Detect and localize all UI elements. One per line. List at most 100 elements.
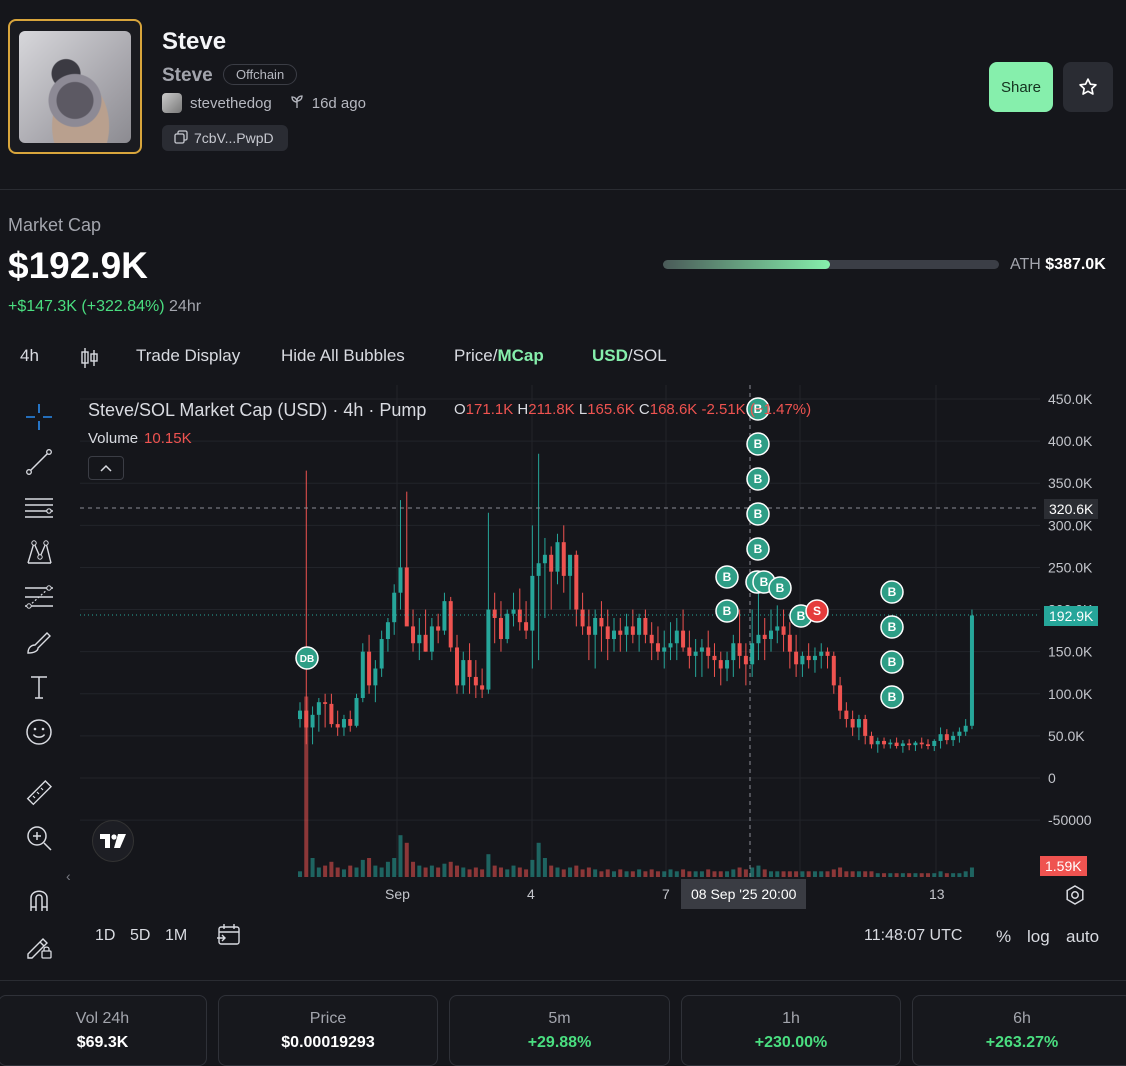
percent-scale-toggle[interactable]: % — [996, 927, 1011, 947]
log-scale-toggle[interactable]: log — [1027, 927, 1050, 947]
lock-drawing-tool[interactable] — [22, 928, 56, 962]
volume-bar — [750, 867, 755, 877]
volume-bar — [455, 865, 459, 877]
token-image-frame[interactable] — [8, 19, 142, 154]
buy-bubble-label: B — [888, 620, 897, 634]
y-tick-label: 150.0K — [1048, 644, 1093, 660]
candle-body — [668, 643, 673, 648]
candle-body — [392, 592, 397, 623]
volume-bar — [429, 865, 434, 877]
volume-bar — [373, 865, 378, 877]
ath-value: $387.0K — [1045, 256, 1106, 273]
utc-clock[interactable]: 11:48:07 UTC — [864, 927, 962, 945]
stats-divider — [0, 980, 1126, 981]
tradingview-icon — [100, 834, 126, 848]
candle-body — [926, 744, 930, 746]
price-chart[interactable]: 450.0K400.0K350.0K300.0K250.0K200.0K150.… — [0, 385, 1126, 915]
creator-avatar[interactable] — [162, 93, 182, 113]
chart-settings-button[interactable] — [1064, 884, 1086, 911]
candle-body — [819, 651, 824, 656]
copy-address-button[interactable]: 7cbV...PwpD — [162, 125, 288, 151]
volume-bar — [392, 858, 397, 877]
range-5d[interactable]: 5D — [130, 927, 150, 945]
stat-6h: 6h +263.27% — [912, 995, 1126, 1066]
copy-icon — [174, 129, 188, 147]
candle-body — [373, 668, 378, 686]
candle-body — [498, 617, 503, 640]
ath-progress-bar — [663, 260, 999, 269]
share-button[interactable]: Share — [989, 62, 1053, 112]
volume-bar — [517, 867, 522, 877]
market-cap-label: Market Cap — [8, 215, 102, 235]
volume-bar — [618, 869, 623, 877]
volume-bar — [316, 867, 321, 877]
volume-bar — [888, 873, 893, 877]
volume-bar — [756, 865, 761, 877]
candle-body — [586, 626, 591, 635]
y-tick-label: 300.0K — [1048, 517, 1093, 533]
candle-body — [542, 554, 547, 564]
candle-body — [524, 622, 529, 631]
buy-bubble-label: B — [888, 585, 897, 599]
sprout-icon — [290, 94, 304, 112]
candle-body — [882, 740, 887, 745]
favorite-button[interactable] — [1063, 62, 1113, 112]
x-tick-sep: Sep — [385, 886, 410, 902]
date-range-button[interactable] — [216, 922, 242, 953]
interval-selector[interactable]: 4h — [20, 346, 39, 366]
volume-bar — [681, 869, 686, 877]
candle-body — [398, 567, 403, 593]
chevron-up-icon — [100, 464, 112, 472]
ath-readout: ATH $387.0K — [1010, 256, 1106, 274]
crosshair-price-tag: 320.6K — [1044, 499, 1099, 519]
collapse-legend-button[interactable] — [88, 456, 124, 480]
token-page: Steve Steve Offchain stevethedog 16d ago… — [0, 0, 1126, 1066]
volume-bar — [800, 871, 805, 877]
y-tick-label: 0 — [1048, 770, 1056, 786]
volume-bar — [838, 867, 843, 877]
candle-body — [335, 724, 340, 728]
candle-body — [536, 563, 541, 576]
auto-scale-toggle[interactable]: auto — [1066, 927, 1099, 947]
candle-body — [725, 660, 730, 669]
volume-bar — [919, 873, 924, 877]
sol-option: SOL — [632, 346, 667, 365]
candle-body — [787, 634, 792, 652]
candle-body — [568, 554, 573, 576]
candle-body — [316, 702, 321, 715]
volume-bar — [649, 869, 654, 877]
creator-row: stevethedog 16d ago — [162, 93, 366, 113]
candle-body — [775, 626, 780, 631]
range-1m[interactable]: 1M — [165, 927, 187, 945]
gear-icon — [1066, 885, 1084, 905]
price-mcap-toggle[interactable]: Price/MCap — [454, 346, 544, 366]
volume-bar — [831, 869, 836, 877]
candle-body — [630, 626, 635, 635]
candle-body — [379, 639, 384, 669]
range-1d[interactable]: 1D — [95, 927, 115, 945]
usd-sol-toggle[interactable]: USD/SOL — [592, 346, 667, 366]
trade-display-button[interactable]: Trade Display — [136, 346, 240, 366]
candle-body — [655, 643, 660, 652]
candle-body — [951, 735, 956, 741]
candle-body — [341, 719, 346, 728]
stat-value: $69.3K — [76, 1034, 129, 1051]
hide-bubbles-button[interactable]: Hide All Bubbles — [281, 346, 405, 366]
chart-canvas[interactable]: 450.0K400.0K350.0K300.0K250.0K200.0K150.… — [0, 385, 1126, 915]
stat-value: +230.00% — [754, 1034, 828, 1051]
candle-body — [875, 740, 880, 745]
candlestick-icon[interactable] — [79, 347, 99, 374]
candle-body — [888, 742, 893, 745]
ath-progress-fill — [663, 260, 831, 269]
tradingview-logo[interactable] — [92, 820, 134, 862]
close-value: 168.6K — [649, 401, 698, 418]
candle-body — [718, 660, 723, 669]
candle-body — [756, 634, 761, 644]
volume-bar — [969, 867, 974, 877]
volume-bar — [944, 873, 949, 877]
creator-name[interactable]: stevethedog — [190, 95, 272, 112]
volume-bar — [812, 871, 817, 877]
candle-body — [674, 630, 679, 644]
x-tick-13: 13 — [929, 886, 945, 902]
candle-body — [781, 626, 786, 635]
